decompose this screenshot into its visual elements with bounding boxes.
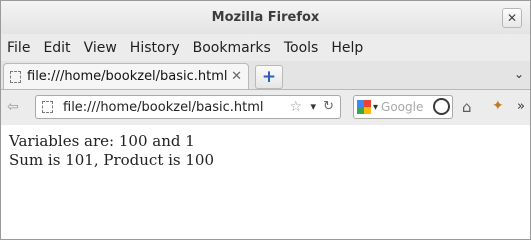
menu-bar: File Edit View History Bookmarks Tools H… <box>1 34 530 61</box>
google-icon-tile-blue <box>357 100 364 107</box>
menu-help[interactable]: Help <box>331 40 363 56</box>
page-icon <box>10 70 21 83</box>
new-tab-button[interactable]: + <box>255 65 283 89</box>
google-icon-tile-red <box>364 100 371 107</box>
window-title: Mozilla Firefox <box>211 10 320 25</box>
tab-bar: file:///home/bookzel/basic.html ✕ + ⌄ <box>1 61 530 90</box>
navigation-bar: ⇦ file:///home/bookzel/basic.html ☆ ▾ ↻ … <box>1 90 530 126</box>
tab-label: file:///home/bookzel/basic.html <box>27 69 228 84</box>
menu-tools[interactable]: Tools <box>284 40 319 56</box>
addon-icon[interactable]: ✦ <box>492 98 504 114</box>
tab-close-icon[interactable]: ✕ <box>231 69 242 84</box>
site-identity-icon[interactable] <box>42 101 53 113</box>
reload-icon[interactable]: ↻ <box>323 99 334 114</box>
google-icon[interactable] <box>357 100 371 114</box>
url-history-dropdown-icon[interactable]: ▾ <box>310 100 316 113</box>
menu-history[interactable]: History <box>130 40 180 56</box>
google-icon-tile-green <box>357 107 364 114</box>
menu-view[interactable]: View <box>84 40 117 56</box>
back-icon[interactable]: ⇦ <box>7 99 19 115</box>
content-line-1: Variables are: 100 and 1 <box>9 132 195 150</box>
browser-window: Mozilla Firefox ✕ File Edit View History… <box>0 0 531 240</box>
tab-list-icon[interactable]: ⌄ <box>514 67 524 81</box>
menu-file[interactable]: File <box>7 40 30 56</box>
tab-active[interactable]: file:///home/bookzel/basic.html ✕ <box>3 63 249 89</box>
search-input[interactable]: Google <box>381 100 423 114</box>
page-content: Variables are: 100 and 1 Sum is 101, Pro… <box>1 125 530 239</box>
search-icon[interactable] <box>433 98 450 115</box>
home-icon[interactable]: ⌂ <box>462 98 472 116</box>
google-icon-tile-yellow <box>364 107 371 114</box>
search-bar[interactable]: ▾ Google <box>353 95 453 119</box>
menu-bookmarks[interactable]: Bookmarks <box>193 40 271 56</box>
menu-edit[interactable]: Edit <box>43 40 70 56</box>
url-bar[interactable]: file:///home/bookzel/basic.html ☆ ▾ ↻ <box>35 95 341 119</box>
search-engine-dropdown-icon[interactable]: ▾ <box>373 102 378 113</box>
window-close-button[interactable]: ✕ <box>502 8 522 28</box>
toolbar-overflow-icon[interactable]: » <box>517 99 525 114</box>
title-bar[interactable]: Mozilla Firefox ✕ <box>1 1 530 34</box>
content-line-2: Sum is 101, Product is 100 <box>9 151 215 169</box>
url-text[interactable]: file:///home/bookzel/basic.html <box>63 100 264 115</box>
bookmark-star-icon[interactable]: ☆ <box>289 99 302 115</box>
